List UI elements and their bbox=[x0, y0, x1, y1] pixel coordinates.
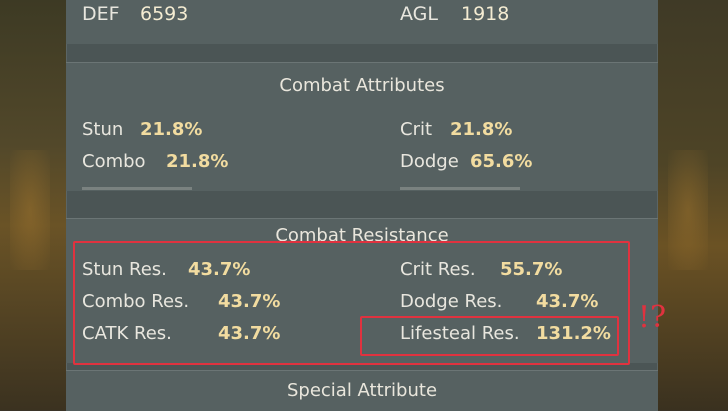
scroll-cutoff-row-right bbox=[400, 181, 530, 191]
combat-attributes-title: Combat Attributes bbox=[279, 75, 445, 96]
game-background-right bbox=[658, 0, 728, 410]
annotation-mark: !? bbox=[638, 300, 667, 335]
def-label: DEF bbox=[82, 3, 120, 25]
dodge-value: 65.6% bbox=[470, 151, 533, 172]
combo-label: Combo bbox=[82, 151, 146, 172]
crit-label: Crit bbox=[400, 119, 433, 140]
highlight-box-lifesteal bbox=[360, 316, 619, 356]
special-attribute-title: Special Attribute bbox=[286, 380, 438, 401]
base-stats-card: DEF 6593 AGL 1918 bbox=[66, 0, 658, 44]
scroll-cutoff-row-left bbox=[82, 181, 212, 191]
combo-value: 21.8% bbox=[166, 151, 229, 172]
agl-value: 1918 bbox=[461, 3, 510, 25]
stun-label: Stun bbox=[82, 119, 124, 140]
special-attribute-card: Special Attribute bbox=[66, 370, 658, 411]
agl-label: AGL bbox=[400, 3, 438, 25]
combat-attributes-card: Combat Attributes Stun 21.8% Combo 21.8%… bbox=[66, 62, 658, 191]
stun-value: 21.8% bbox=[140, 119, 203, 140]
def-value: 6593 bbox=[140, 3, 189, 25]
game-background-left bbox=[0, 0, 66, 410]
dodge-label: Dodge bbox=[400, 151, 459, 172]
crit-value: 21.8% bbox=[450, 119, 513, 140]
